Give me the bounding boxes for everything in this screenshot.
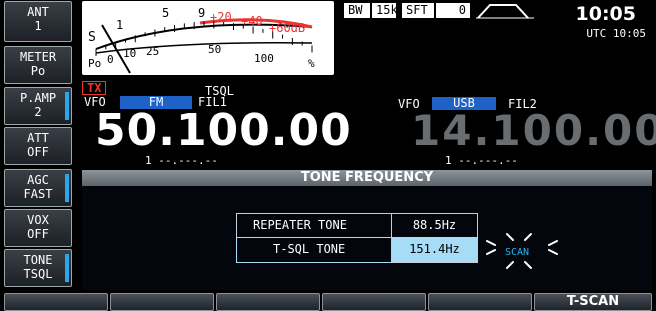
- po-mark-100: 100: [254, 52, 274, 65]
- active-indicator: [65, 174, 69, 202]
- repeater-tone-value[interactable]: 88.5Hz: [391, 213, 478, 238]
- s-mark-9: 9: [198, 6, 205, 20]
- tx-indicator: TX: [82, 81, 107, 95]
- function-key-3[interactable]: [216, 293, 320, 311]
- function-key-1[interactable]: [4, 293, 108, 311]
- sft-value: 0: [436, 3, 470, 18]
- left-key-tone[interactable]: TONE TSQL: [4, 249, 72, 287]
- clock: 10:05: [575, 3, 636, 25]
- po-label: Po: [88, 57, 101, 70]
- tsql-tone-value[interactable]: 151.4Hz: [391, 237, 478, 263]
- left-key-meter[interactable]: METER Po: [4, 46, 72, 84]
- left-key-value: FAST: [23, 187, 53, 201]
- po-mark-percent: %: [308, 57, 315, 70]
- function-key-2[interactable]: [110, 293, 214, 311]
- left-key-title: TONE: [23, 253, 53, 267]
- left-key-value: 1: [34, 19, 42, 33]
- t-scan-button[interactable]: T-SCAN: [534, 293, 652, 311]
- left-key-ant[interactable]: ANT 1: [4, 1, 72, 42]
- left-key-agc[interactable]: AGC FAST: [4, 169, 72, 207]
- s-mark-1: 1: [116, 18, 123, 32]
- db-mark-40: +40: [241, 14, 263, 28]
- function-key-4[interactable]: [322, 293, 426, 311]
- tsql-tone-label[interactable]: T-SQL TONE: [236, 237, 392, 263]
- active-indicator: [65, 254, 69, 282]
- po-mark-25: 25: [146, 45, 159, 58]
- main-memory: 1 --.---.--: [145, 154, 218, 167]
- sub-frequency[interactable]: 14.100.00: [411, 107, 656, 155]
- left-key-title: ATT: [27, 131, 49, 145]
- function-key-5[interactable]: [428, 293, 532, 311]
- left-key-value: 2: [34, 105, 42, 119]
- s-mark-5: 5: [162, 6, 169, 20]
- bw-value: 15k: [372, 3, 398, 18]
- meter: S Po 1 5 9 +20 +40 +60dB 0 10 25 50 100 …: [82, 1, 334, 75]
- left-key-att[interactable]: ATT OFF: [4, 127, 72, 165]
- left-key-pamp[interactable]: P.AMP 2: [4, 87, 72, 125]
- left-key-value: Po: [30, 64, 46, 78]
- active-indicator: [65, 92, 69, 120]
- po-mark-10: 10: [123, 47, 136, 60]
- s-label: S: [88, 30, 96, 45]
- utc-clock: UTC 10:05: [586, 27, 646, 40]
- repeater-tone-label[interactable]: REPEATER TONE: [236, 213, 392, 238]
- db-mark-20: +20: [210, 10, 232, 24]
- sft-label: SFT: [402, 3, 434, 18]
- po-mark-50: 50: [208, 43, 221, 56]
- scan-indicator: SCAN: [505, 247, 530, 258]
- po-mark-0: 0: [107, 53, 114, 66]
- main-frequency[interactable]: 50.100.00: [95, 106, 352, 156]
- sub-memory: 1 --.---.--: [445, 154, 518, 167]
- db-mark-60: +60dB: [269, 21, 305, 35]
- radio-display: ANT 1 METER Po P.AMP 2 ATT OFF AGC FAST VOX OFF TONE…: [0, 0, 656, 311]
- left-key-title: P.AMP: [19, 91, 57, 105]
- panel-title: TONE FREQUENCY: [82, 170, 652, 186]
- left-key-value: OFF: [27, 145, 49, 159]
- left-key-value: TSQL: [23, 267, 53, 281]
- left-key-title: AGC: [27, 173, 49, 187]
- filter-shape-icon: [476, 4, 534, 19]
- bw-label: BW: [344, 3, 370, 18]
- left-key-title: ANT: [27, 5, 49, 19]
- left-key-title: VOX: [27, 213, 49, 227]
- left-key-vox[interactable]: VOX OFF: [4, 209, 72, 247]
- left-key-value: OFF: [27, 227, 49, 241]
- left-key-title: METER: [19, 50, 57, 64]
